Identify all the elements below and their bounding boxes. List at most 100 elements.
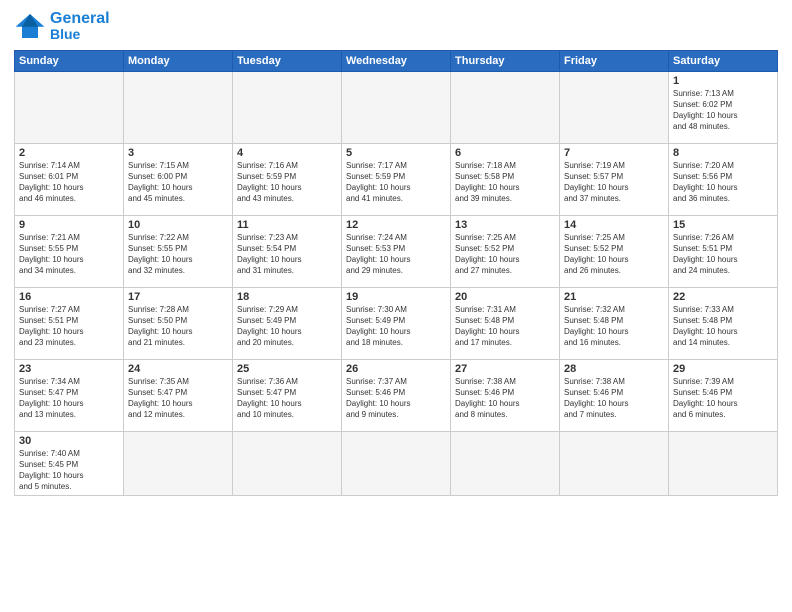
calendar-week-row: 9Sunrise: 7:21 AMSunset: 5:55 PMDaylight… <box>15 215 778 287</box>
calendar-cell: 29Sunrise: 7:39 AMSunset: 5:46 PMDayligh… <box>669 359 778 431</box>
day-info: Sunrise: 7:25 AMSunset: 5:52 PMDaylight:… <box>455 232 555 277</box>
day-header-tuesday: Tuesday <box>233 50 342 71</box>
calendar-week-row: 30Sunrise: 7:40 AMSunset: 5:45 PMDayligh… <box>15 431 778 496</box>
day-number: 12 <box>346 219 446 231</box>
calendar-cell: 12Sunrise: 7:24 AMSunset: 5:53 PMDayligh… <box>342 215 451 287</box>
day-header-sunday: Sunday <box>15 50 124 71</box>
calendar-cell: 10Sunrise: 7:22 AMSunset: 5:55 PMDayligh… <box>124 215 233 287</box>
calendar-cell: 14Sunrise: 7:25 AMSunset: 5:52 PMDayligh… <box>560 215 669 287</box>
day-info: Sunrise: 7:27 AMSunset: 5:51 PMDaylight:… <box>19 304 119 349</box>
day-info: Sunrise: 7:24 AMSunset: 5:53 PMDaylight:… <box>346 232 446 277</box>
day-header-wednesday: Wednesday <box>342 50 451 71</box>
calendar-cell: 13Sunrise: 7:25 AMSunset: 5:52 PMDayligh… <box>451 215 560 287</box>
calendar-cell: 30Sunrise: 7:40 AMSunset: 5:45 PMDayligh… <box>15 431 124 496</box>
calendar-cell <box>669 431 778 496</box>
day-info: Sunrise: 7:31 AMSunset: 5:48 PMDaylight:… <box>455 304 555 349</box>
day-header-saturday: Saturday <box>669 50 778 71</box>
calendar-cell: 2Sunrise: 7:14 AMSunset: 6:01 PMDaylight… <box>15 143 124 215</box>
calendar-week-row: 1Sunrise: 7:13 AMSunset: 6:02 PMDaylight… <box>15 71 778 143</box>
day-number: 10 <box>128 219 228 231</box>
day-number: 7 <box>564 147 664 159</box>
day-info: Sunrise: 7:37 AMSunset: 5:46 PMDaylight:… <box>346 376 446 421</box>
day-number: 26 <box>346 363 446 375</box>
day-info: Sunrise: 7:17 AMSunset: 5:59 PMDaylight:… <box>346 160 446 205</box>
day-number: 23 <box>19 363 119 375</box>
calendar-cell: 19Sunrise: 7:30 AMSunset: 5:49 PMDayligh… <box>342 287 451 359</box>
day-info: Sunrise: 7:15 AMSunset: 6:00 PMDaylight:… <box>128 160 228 205</box>
day-number: 13 <box>455 219 555 231</box>
calendar-cell <box>560 71 669 143</box>
calendar-cell: 4Sunrise: 7:16 AMSunset: 5:59 PMDaylight… <box>233 143 342 215</box>
day-info: Sunrise: 7:29 AMSunset: 5:49 PMDaylight:… <box>237 304 337 349</box>
day-info: Sunrise: 7:19 AMSunset: 5:57 PMDaylight:… <box>564 160 664 205</box>
calendar-cell: 20Sunrise: 7:31 AMSunset: 5:48 PMDayligh… <box>451 287 560 359</box>
calendar-cell: 17Sunrise: 7:28 AMSunset: 5:50 PMDayligh… <box>124 287 233 359</box>
day-number: 16 <box>19 291 119 303</box>
day-number: 14 <box>564 219 664 231</box>
page: General Blue SundayMondayTuesdayWednesda… <box>0 0 792 612</box>
day-number: 2 <box>19 147 119 159</box>
day-number: 15 <box>673 219 773 231</box>
day-number: 20 <box>455 291 555 303</box>
day-info: Sunrise: 7:22 AMSunset: 5:55 PMDaylight:… <box>128 232 228 277</box>
calendar-cell: 23Sunrise: 7:34 AMSunset: 5:47 PMDayligh… <box>15 359 124 431</box>
day-number: 28 <box>564 363 664 375</box>
day-info: Sunrise: 7:38 AMSunset: 5:46 PMDaylight:… <box>564 376 664 421</box>
day-info: Sunrise: 7:38 AMSunset: 5:46 PMDaylight:… <box>455 376 555 421</box>
day-number: 22 <box>673 291 773 303</box>
day-info: Sunrise: 7:14 AMSunset: 6:01 PMDaylight:… <box>19 160 119 205</box>
calendar-cell: 21Sunrise: 7:32 AMSunset: 5:48 PMDayligh… <box>560 287 669 359</box>
day-info: Sunrise: 7:25 AMSunset: 5:52 PMDaylight:… <box>564 232 664 277</box>
day-info: Sunrise: 7:32 AMSunset: 5:48 PMDaylight:… <box>564 304 664 349</box>
day-header-friday: Friday <box>560 50 669 71</box>
calendar-cell <box>15 71 124 143</box>
day-info: Sunrise: 7:28 AMSunset: 5:50 PMDaylight:… <box>128 304 228 349</box>
day-number: 1 <box>673 75 773 87</box>
day-number: 4 <box>237 147 337 159</box>
calendar-cell: 25Sunrise: 7:36 AMSunset: 5:47 PMDayligh… <box>233 359 342 431</box>
day-number: 3 <box>128 147 228 159</box>
calendar-cell <box>233 431 342 496</box>
calendar-cell: 8Sunrise: 7:20 AMSunset: 5:56 PMDaylight… <box>669 143 778 215</box>
calendar-cell <box>342 71 451 143</box>
day-info: Sunrise: 7:30 AMSunset: 5:49 PMDaylight:… <box>346 304 446 349</box>
day-number: 18 <box>237 291 337 303</box>
calendar-cell <box>233 71 342 143</box>
day-info: Sunrise: 7:33 AMSunset: 5:48 PMDaylight:… <box>673 304 773 349</box>
calendar-cell: 11Sunrise: 7:23 AMSunset: 5:54 PMDayligh… <box>233 215 342 287</box>
day-header-monday: Monday <box>124 50 233 71</box>
calendar-cell: 22Sunrise: 7:33 AMSunset: 5:48 PMDayligh… <box>669 287 778 359</box>
day-info: Sunrise: 7:20 AMSunset: 5:56 PMDaylight:… <box>673 160 773 205</box>
calendar-cell: 9Sunrise: 7:21 AMSunset: 5:55 PMDaylight… <box>15 215 124 287</box>
day-info: Sunrise: 7:18 AMSunset: 5:58 PMDaylight:… <box>455 160 555 205</box>
calendar-cell: 3Sunrise: 7:15 AMSunset: 6:00 PMDaylight… <box>124 143 233 215</box>
day-info: Sunrise: 7:23 AMSunset: 5:54 PMDaylight:… <box>237 232 337 277</box>
calendar-cell <box>451 431 560 496</box>
logo: General Blue <box>14 10 110 42</box>
day-number: 25 <box>237 363 337 375</box>
day-number: 9 <box>19 219 119 231</box>
day-info: Sunrise: 7:16 AMSunset: 5:59 PMDaylight:… <box>237 160 337 205</box>
day-number: 27 <box>455 363 555 375</box>
day-number: 17 <box>128 291 228 303</box>
header: General Blue <box>14 10 778 42</box>
day-number: 8 <box>673 147 773 159</box>
logo-icon <box>14 12 46 40</box>
day-info: Sunrise: 7:21 AMSunset: 5:55 PMDaylight:… <box>19 232 119 277</box>
logo-text: General Blue <box>50 10 110 42</box>
day-number: 5 <box>346 147 446 159</box>
calendar-cell: 28Sunrise: 7:38 AMSunset: 5:46 PMDayligh… <box>560 359 669 431</box>
day-number: 21 <box>564 291 664 303</box>
calendar-cell: 7Sunrise: 7:19 AMSunset: 5:57 PMDaylight… <box>560 143 669 215</box>
calendar-cell: 15Sunrise: 7:26 AMSunset: 5:51 PMDayligh… <box>669 215 778 287</box>
calendar-cell: 6Sunrise: 7:18 AMSunset: 5:58 PMDaylight… <box>451 143 560 215</box>
calendar-header-row: SundayMondayTuesdayWednesdayThursdayFrid… <box>15 50 778 71</box>
day-number: 11 <box>237 219 337 231</box>
calendar-cell: 24Sunrise: 7:35 AMSunset: 5:47 PMDayligh… <box>124 359 233 431</box>
day-header-thursday: Thursday <box>451 50 560 71</box>
calendar-cell: 26Sunrise: 7:37 AMSunset: 5:46 PMDayligh… <box>342 359 451 431</box>
day-number: 19 <box>346 291 446 303</box>
day-info: Sunrise: 7:40 AMSunset: 5:45 PMDaylight:… <box>19 448 119 493</box>
calendar-cell: 18Sunrise: 7:29 AMSunset: 5:49 PMDayligh… <box>233 287 342 359</box>
calendar-week-row: 23Sunrise: 7:34 AMSunset: 5:47 PMDayligh… <box>15 359 778 431</box>
